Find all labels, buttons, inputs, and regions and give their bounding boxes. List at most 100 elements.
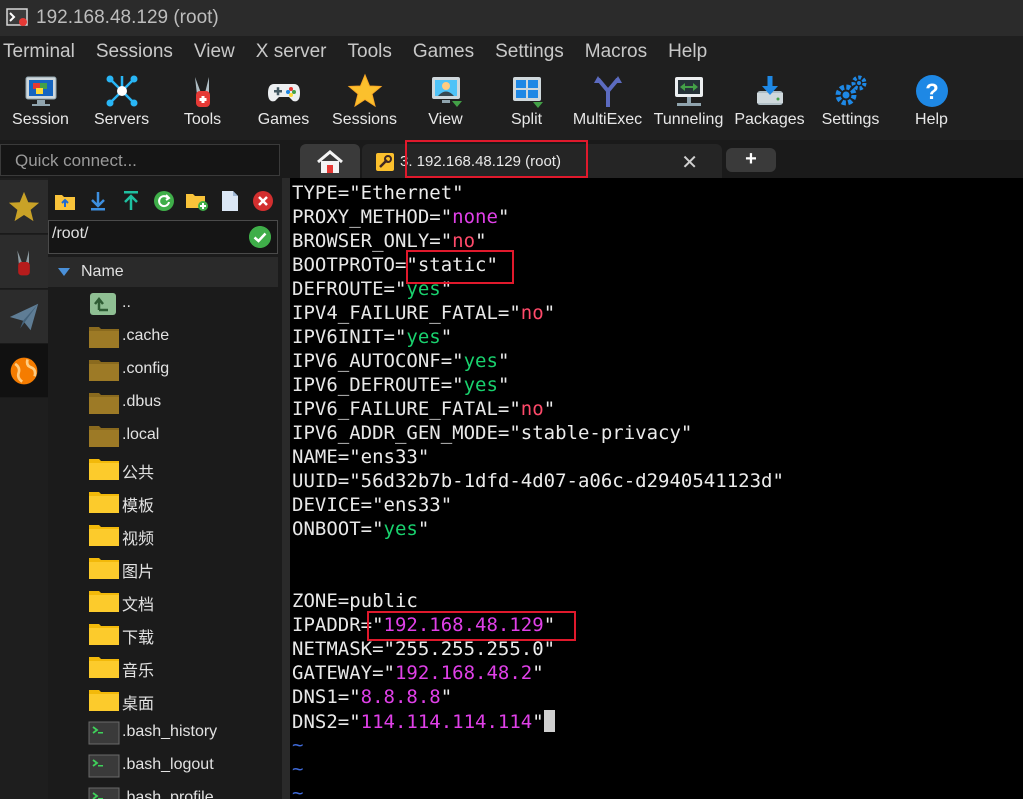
sessions-button[interactable]: Sessions: [324, 68, 405, 140]
menu-terminal[interactable]: Terminal: [0, 41, 86, 63]
sidebar-macros-button[interactable]: [0, 290, 48, 344]
file-name: ..: [122, 294, 131, 311]
terminal-line: IPV6_FAILURE_FATAL="no": [292, 398, 555, 422]
file-list-item[interactable]: 下载: [48, 618, 282, 651]
session-tab-active[interactable]: 3. 192.168.48.129 (root) ✕: [362, 144, 722, 178]
terminal-line: ~: [292, 734, 303, 758]
menu-macros[interactable]: Macros: [581, 41, 658, 63]
file-list-item[interactable]: .bash_logout: [48, 750, 282, 783]
config-value: "192.168.48.129": [372, 614, 556, 636]
path-text: /root/: [52, 225, 89, 242]
terminal-line: IPV6_DEFROUTE="yes": [292, 374, 509, 398]
parent-folder-button[interactable]: [48, 186, 81, 216]
config-key: ZONE=: [292, 590, 350, 612]
folder-icon: [88, 622, 120, 646]
menu-tools[interactable]: Tools: [344, 41, 403, 63]
file-list-item[interactable]: .cache: [48, 321, 282, 354]
new-folder-button[interactable]: [180, 186, 213, 216]
tab-row: Quick connect... 3. 192.168.48.129 (root…: [0, 140, 1023, 178]
config-value: "yes": [394, 278, 453, 300]
file-list-item[interactable]: 视频: [48, 519, 282, 552]
name-column-header[interactable]: Name: [48, 257, 278, 287]
config-value: "56d32b7b-1dfd-4d07-a06c-d2940541123d": [349, 470, 784, 492]
file-list-item[interactable]: 文档: [48, 585, 282, 618]
gears-icon: [835, 75, 866, 106]
file-list-item[interactable]: 音乐: [48, 651, 282, 684]
terminal-line: IPV6INIT="yes": [292, 326, 452, 350]
config-key: DNS1=: [292, 686, 350, 708]
path-confirm-icon[interactable]: [249, 226, 271, 248]
config-value: ~: [292, 734, 304, 756]
terminal-line: DEVICE="ens33": [292, 494, 452, 518]
config-key: DEFROUTE=: [292, 278, 395, 300]
help-button[interactable]: ? Help: [891, 68, 972, 140]
menu-x-server[interactable]: X server: [252, 41, 338, 63]
menu-settings[interactable]: Settings: [491, 41, 575, 63]
tunneling-button[interactable]: Tunneling: [648, 68, 729, 140]
config-key: IPADDR=: [292, 614, 373, 636]
menu-view[interactable]: View: [190, 41, 246, 63]
file-list-item[interactable]: .dbus: [48, 387, 282, 420]
star-icon: [347, 73, 382, 108]
file-list-item[interactable]: 公共: [48, 453, 282, 486]
file-list-item[interactable]: .bash_profile: [48, 783, 282, 799]
refresh-button[interactable]: [147, 186, 180, 216]
file-list-item[interactable]: .local: [48, 420, 282, 453]
side-strip: [0, 178, 48, 799]
config-key: BROWSER_ONLY=: [292, 230, 441, 252]
settings-button[interactable]: Settings: [810, 68, 891, 140]
terminal-line: BOOTPROTO="static": [292, 254, 498, 278]
file-list-item[interactable]: .config: [48, 354, 282, 387]
games-button[interactable]: Games: [243, 68, 324, 140]
config-value: "8.8.8.8": [349, 686, 453, 708]
download-button[interactable]: [81, 186, 114, 216]
terminal-line: IPV6_ADDR_GEN_MODE="stable-privacy": [292, 422, 692, 446]
view-button[interactable]: View: [405, 68, 486, 140]
delete-button[interactable]: [246, 186, 279, 216]
terminal-line: ~: [292, 758, 303, 782]
sidebar-sftp-button[interactable]: [0, 344, 48, 398]
upload-button[interactable]: [114, 186, 147, 216]
home-tab[interactable]: [300, 144, 360, 178]
sidebar-tools-button[interactable]: [0, 235, 48, 289]
packages-icon: [756, 76, 783, 105]
folder-icon: [88, 523, 120, 547]
config-key: IPV6_AUTOCONF=: [292, 350, 453, 372]
file-list-item[interactable]: 模板: [48, 486, 282, 519]
close-tab-icon[interactable]: ✕: [681, 150, 698, 175]
config-key: DNS2=: [292, 711, 350, 733]
new-file-button[interactable]: [213, 186, 246, 216]
hidden-folder-icon: [88, 391, 120, 415]
menu-sessions[interactable]: Sessions: [92, 41, 184, 63]
split-button[interactable]: Split: [486, 68, 567, 140]
file-list-item[interactable]: 图片: [48, 552, 282, 585]
tools-icon: [194, 77, 210, 107]
path-input[interactable]: /root/: [48, 220, 278, 254]
session-button[interactable]: Session: [0, 68, 81, 140]
file-list-item[interactable]: 桌面: [48, 684, 282, 717]
panel-divider[interactable]: [282, 178, 290, 799]
packages-button[interactable]: Packages: [729, 68, 810, 140]
config-key: UUID=: [292, 470, 350, 492]
tools-button[interactable]: Tools: [162, 68, 243, 140]
file-list-item[interactable]: ..: [48, 288, 282, 321]
gamepad-icon: [267, 84, 300, 102]
servers-button[interactable]: Servers: [81, 68, 162, 140]
menu-help[interactable]: Help: [664, 41, 718, 63]
terminal-line: ~: [292, 782, 303, 799]
multiexec-button[interactable]: MultiExec: [567, 68, 648, 140]
sidebar-sessions-button[interactable]: [0, 180, 48, 234]
terminal-file-icon: [88, 721, 120, 745]
config-value: "yes": [452, 374, 510, 396]
new-tab-button[interactable]: +: [726, 148, 776, 172]
help-icon: ?: [915, 75, 948, 107]
file-list-item[interactable]: .bash_history: [48, 717, 282, 750]
quick-connect-input[interactable]: Quick connect...: [0, 144, 280, 176]
window-title: 192.168.48.129 (root): [36, 7, 219, 28]
menu-games[interactable]: Games: [409, 41, 485, 63]
terminal-output[interactable]: TYPE="Ethernet" PROXY_METHOD="none" BROWSE…: [290, 178, 1023, 799]
file-name: .dbus: [122, 393, 162, 410]
file-list: .. .cache .config .dbus .local 公共 模板 视频 图片 文档 下载 音乐…: [48, 288, 282, 799]
config-value: "no": [509, 302, 556, 324]
tools-label: Tools: [183, 111, 222, 128]
